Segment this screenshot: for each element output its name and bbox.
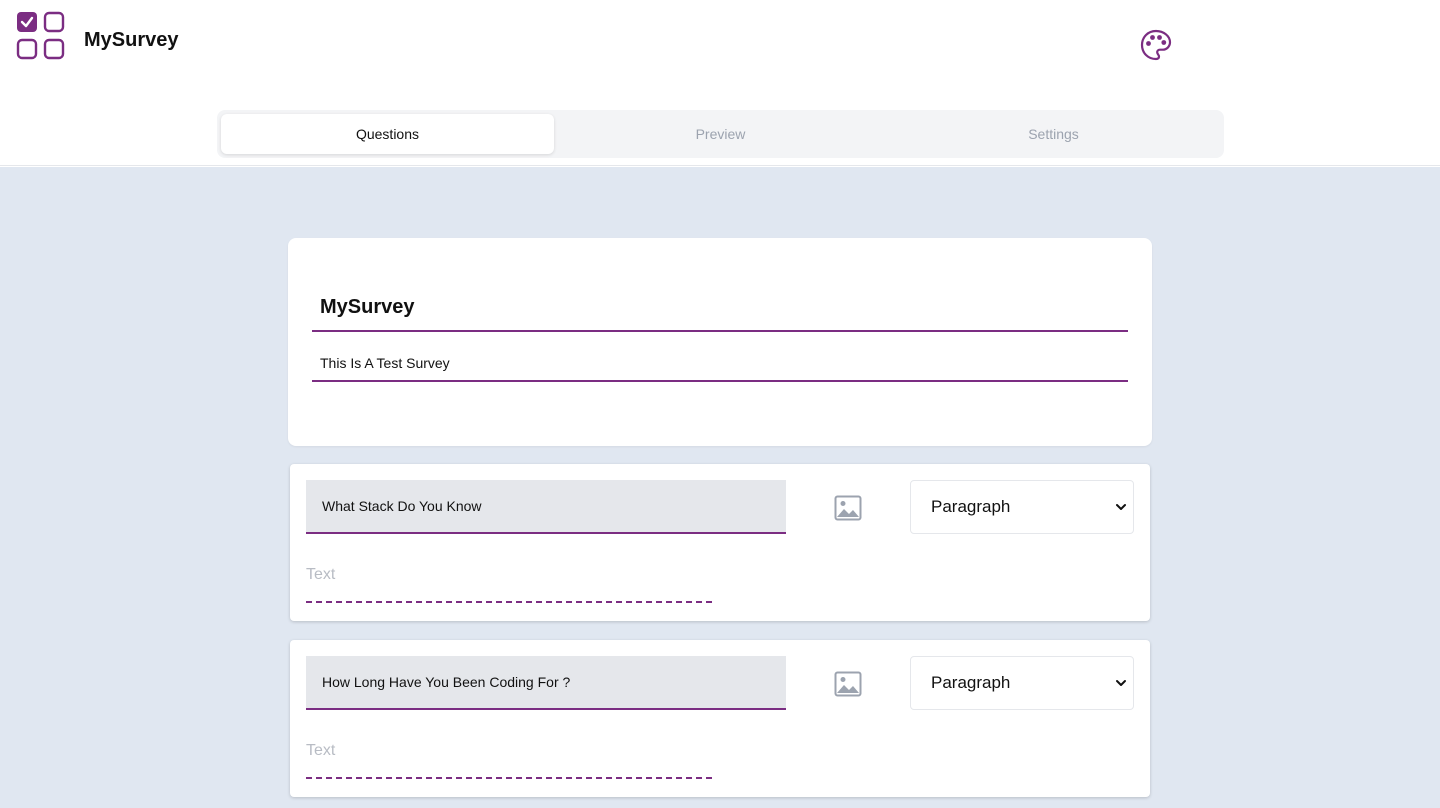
answer-placeholder: Text bbox=[306, 566, 336, 583]
question-type-select[interactable]: Paragraph bbox=[910, 480, 1134, 534]
image-icon[interactable] bbox=[834, 494, 862, 522]
question-type-select[interactable]: Paragraph bbox=[910, 656, 1134, 710]
question-text-input[interactable] bbox=[306, 480, 786, 534]
question-type-value: Paragraph bbox=[931, 497, 1011, 516]
survey-description-input[interactable] bbox=[312, 346, 1128, 382]
question-card: Paragraph Text bbox=[290, 464, 1150, 621]
question-type-value: Paragraph bbox=[931, 673, 1011, 692]
chevron-down-icon bbox=[1116, 680, 1126, 686]
tab-settings[interactable]: Settings bbox=[887, 114, 1220, 154]
survey-header-card bbox=[288, 238, 1152, 446]
image-icon[interactable] bbox=[834, 670, 862, 698]
app-title: MySurvey bbox=[84, 29, 179, 51]
question-text-input[interactable] bbox=[306, 656, 786, 710]
main-content: Paragraph Text Paragraph Text bbox=[0, 167, 1440, 808]
answer-placeholder: Text bbox=[306, 742, 336, 759]
tab-bar: Questions Preview Settings bbox=[217, 110, 1224, 158]
survey-title-input[interactable] bbox=[312, 284, 1128, 332]
checkbox-grid-logo-icon[interactable] bbox=[16, 11, 65, 60]
question-card: Paragraph Text bbox=[290, 640, 1150, 797]
app-header: MySurvey Questions Preview Settings bbox=[0, 0, 1440, 166]
tab-preview[interactable]: Preview bbox=[554, 114, 887, 154]
answer-line bbox=[306, 601, 712, 603]
tab-questions[interactable]: Questions bbox=[221, 114, 554, 154]
chevron-down-icon bbox=[1116, 504, 1126, 510]
palette-icon[interactable] bbox=[1140, 29, 1172, 61]
answer-line bbox=[306, 777, 712, 779]
